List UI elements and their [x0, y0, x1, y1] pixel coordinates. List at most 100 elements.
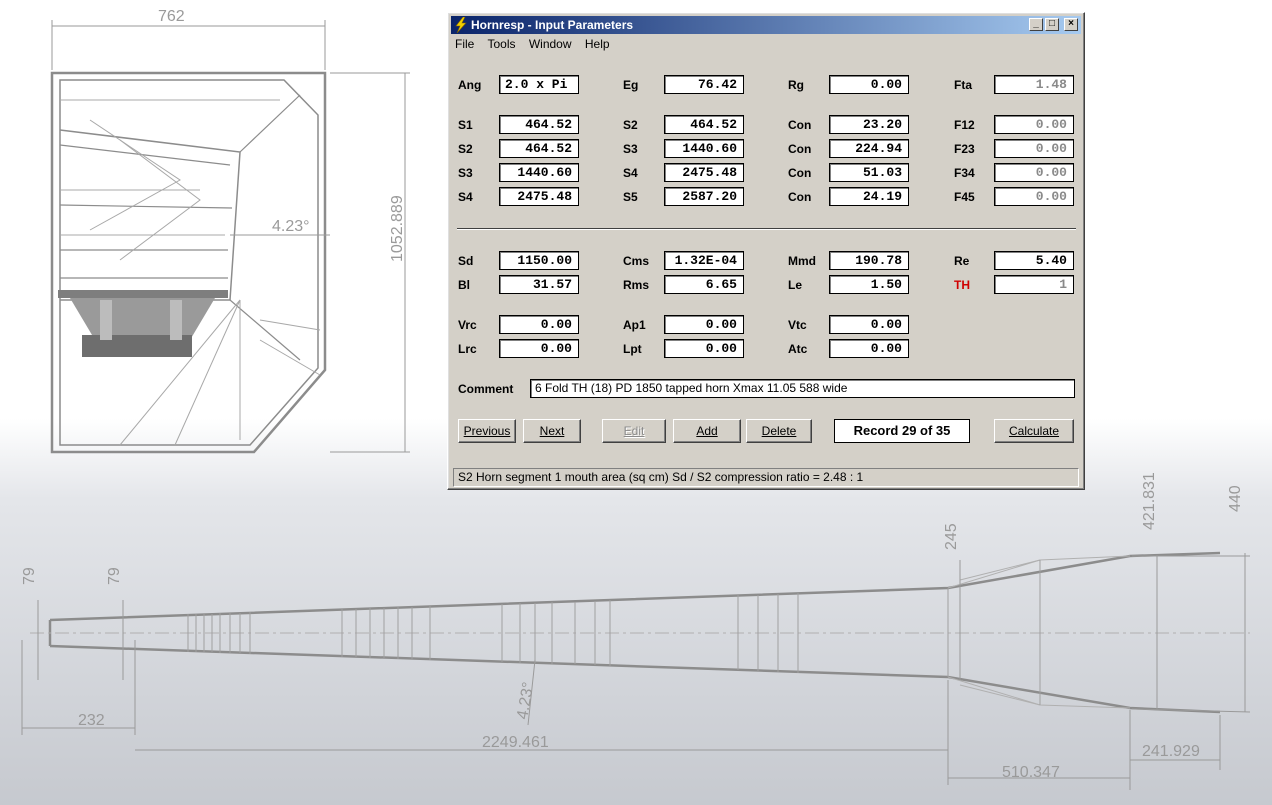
dim-side-angle: 4.23°: [514, 681, 537, 721]
field-s1[interactable]: 464.52: [499, 115, 579, 134]
menu-file[interactable]: File: [455, 37, 474, 51]
label-f12: F12: [954, 118, 975, 132]
field-f12: 0.00: [994, 115, 1074, 134]
previous-button[interactable]: Previous: [458, 419, 516, 443]
menu-bar: File Tools Window Help: [455, 37, 620, 51]
window-title: Hornresp - Input Parameters: [471, 18, 634, 32]
lightning-icon: [455, 17, 467, 33]
top-view-folds: [60, 99, 321, 446]
label-s5: S5: [623, 190, 638, 204]
label-s3: S3: [623, 142, 638, 156]
dim-top-angle: 4.23°: [272, 218, 310, 235]
maximize-button[interactable]: □: [1045, 18, 1059, 31]
label-atc: Atc: [788, 342, 808, 356]
label-bl: Bl: [458, 278, 470, 292]
dim-side-left-2: 79: [106, 567, 123, 585]
label-ap1: Ap1: [623, 318, 646, 332]
dim-bottom-1: 232: [78, 712, 105, 729]
field-le[interactable]: 1.50: [829, 275, 909, 294]
status-bar: S2 Horn segment 1 mouth area (sq cm) Sd …: [453, 468, 1079, 487]
menu-window[interactable]: Window: [529, 37, 572, 51]
field-s3[interactable]: 1440.60: [664, 139, 744, 158]
field-rms[interactable]: 6.65: [664, 275, 744, 294]
dim-side-r1: 421.831: [1141, 472, 1158, 530]
field-con4[interactable]: 24.19: [829, 187, 909, 206]
minimize-button[interactable]: _: [1029, 18, 1043, 31]
dim-bottom-4: 241.929: [1142, 743, 1200, 760]
dim-bottom-2: 2249.461: [482, 734, 549, 751]
field-mmd[interactable]: 190.78: [829, 251, 909, 270]
label-sd: Sd: [458, 254, 474, 268]
label-le: Le: [788, 278, 803, 292]
field-s2[interactable]: 464.52: [664, 115, 744, 134]
field-s5[interactable]: 2587.20: [664, 187, 744, 206]
field-ang[interactable]: 2.0 x Pi: [499, 75, 579, 94]
field-con3[interactable]: 51.03: [829, 163, 909, 182]
dim-side-left-1: 79: [21, 567, 38, 585]
close-button[interactable]: ×: [1064, 18, 1078, 31]
label-lrc: Lrc: [458, 342, 477, 356]
field-ap1[interactable]: 0.00: [664, 315, 744, 334]
dim-top-width: 762: [158, 8, 185, 25]
field-rg[interactable]: 0.00: [829, 75, 909, 94]
field-con1[interactable]: 23.20: [829, 115, 909, 134]
dim-top-height: 1052.889: [389, 195, 406, 262]
dim-side-mid: 245: [943, 523, 960, 550]
field-s2b[interactable]: 464.52: [499, 139, 579, 158]
add-button[interactable]: Add: [673, 419, 741, 443]
field-s4b[interactable]: 2475.48: [499, 187, 579, 206]
label-s4b: S4: [458, 190, 473, 204]
field-re[interactable]: 5.40: [994, 251, 1074, 270]
label-eg: Eg: [623, 78, 639, 92]
edit-button: Edit: [602, 419, 666, 443]
field-atc[interactable]: 0.00: [829, 339, 909, 358]
field-s4[interactable]: 2475.48: [664, 163, 744, 182]
label-rms: Rms: [623, 278, 650, 292]
field-cms[interactable]: 1.32E-04: [664, 251, 744, 270]
label-con1: Con: [788, 118, 812, 132]
field-bl[interactable]: 31.57: [499, 275, 579, 294]
field-con2[interactable]: 224.94: [829, 139, 909, 158]
field-th: 1: [994, 275, 1074, 294]
label-mmd: Mmd: [788, 254, 816, 268]
label-f34: F34: [954, 166, 975, 180]
field-vtc[interactable]: 0.00: [829, 315, 909, 334]
label-vtc: Vtc: [788, 318, 807, 332]
delete-button[interactable]: Delete: [746, 419, 812, 443]
label-th[interactable]: TH: [954, 278, 970, 292]
label-vrc: Vrc: [458, 318, 477, 332]
label-con2: Con: [788, 142, 812, 156]
label-fta: Fta: [954, 78, 972, 92]
label-s2: S2: [623, 118, 638, 132]
field-s3b[interactable]: 1440.60: [499, 163, 579, 182]
next-button[interactable]: Next: [523, 419, 581, 443]
label-f23: F23: [954, 142, 975, 156]
field-fta: 1.48: [994, 75, 1074, 94]
field-f45: 0.00: [994, 187, 1074, 206]
title-bar[interactable]: Hornresp - Input Parameters _ □ ×: [451, 16, 1081, 34]
calculate-button[interactable]: Calculate: [994, 419, 1074, 443]
field-lpt[interactable]: 0.00: [664, 339, 744, 358]
label-f45: F45: [954, 190, 975, 204]
record-indicator: Record 29 of 35: [834, 419, 970, 443]
label-s1: S1: [458, 118, 473, 132]
label-re: Re: [954, 254, 970, 268]
field-vrc[interactable]: 0.00: [499, 315, 579, 334]
field-eg[interactable]: 76.42: [664, 75, 744, 94]
dim-side-r2: 440: [1227, 485, 1244, 512]
menu-help[interactable]: Help: [585, 37, 610, 51]
field-f23: 0.00: [994, 139, 1074, 158]
top-view-outline: [50, 71, 327, 454]
label-s3b: S3: [458, 166, 473, 180]
menu-tools[interactable]: Tools: [487, 37, 515, 51]
label-s2b: S2: [458, 142, 473, 156]
label-cms: Cms: [623, 254, 650, 268]
field-sd[interactable]: 1150.00: [499, 251, 579, 270]
label-lpt: Lpt: [623, 342, 642, 356]
label-s4: S4: [623, 166, 638, 180]
field-lrc[interactable]: 0.00: [499, 339, 579, 358]
label-comment: Comment: [458, 382, 514, 396]
separator: [457, 228, 1076, 230]
label-ang: Ang: [458, 78, 482, 92]
field-comment[interactable]: 6 Fold TH (18) PD 1850 tapped horn Xmax …: [530, 379, 1075, 398]
